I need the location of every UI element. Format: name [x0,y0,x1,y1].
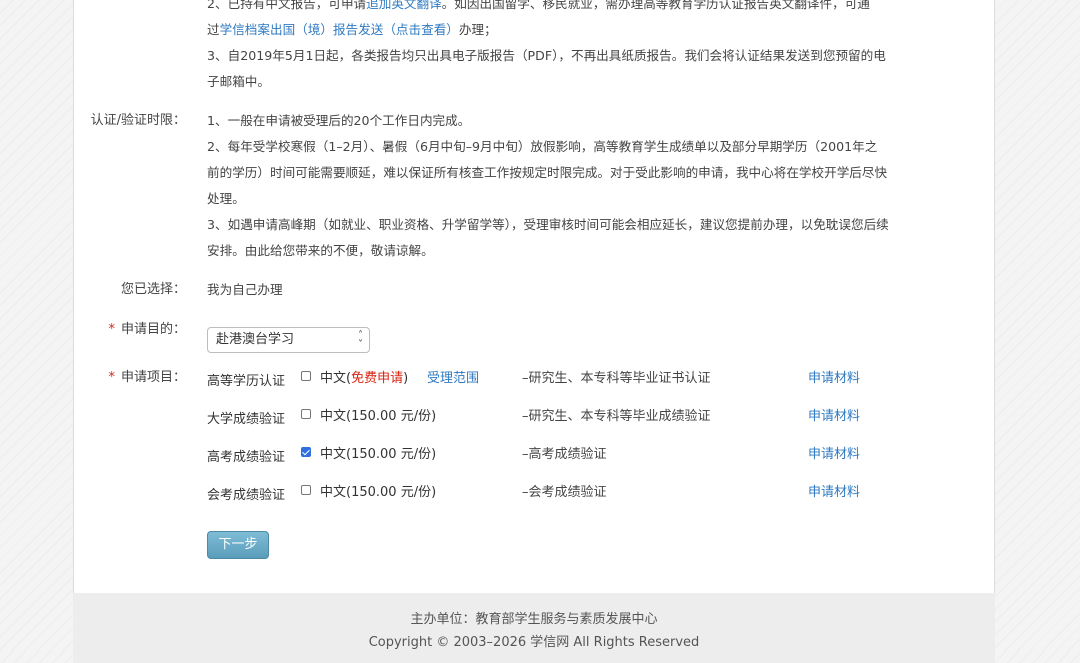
item-price: 中文(免费申请) [320,371,409,386]
item-checkbox[interactable] [301,485,311,495]
item-price: 中文(150.00 元/份) [320,409,437,424]
scope-link[interactable]: 受理范围 [427,367,479,386]
time-limit-p1: 1、一般在申请被受理后的20个工作日内完成。 [207,113,471,128]
item-name: 大学成绩验证 [207,412,286,427]
notes-top: 2、已持有中文报告，可申请追加英文翻译。如因出国留学、移民就业，需办理高等教育学… [207,0,889,95]
item-price: 中文(150.00 元/份) [320,447,437,462]
footer: 主办单位：教育部学生服务与素质发展中心 Copyright © 2003–202… [73,593,995,663]
item-desc: –研究生、本专科等毕业成绩验证 [522,409,711,424]
footer-org: 主办单位：教育部学生服务与素质发展中心 [410,612,658,627]
archive-report-send-link[interactable]: 学信档案出国（境）报告发送（点击查看） [220,22,459,37]
append-english-translation-link[interactable]: 追加英文翻译 [366,0,442,11]
purpose-label: * 申请目的： [108,322,186,337]
choice-value: 我为自己办理 [207,282,283,297]
updown-chevron-icon: ˄ ˅ [358,330,363,350]
item-checkbox[interactable] [301,409,311,419]
item-price: 中文(150.00 元/份) [320,485,437,500]
item-row-3: 高考成绩验证 中文(150.00 元/份) –高考成绩验证 申请材料 [207,443,907,465]
time-limit-p2: 2、每年受学校寒假（1–2月）、暑假（6月中旬–9月中旬）放假影响，高等教育学生… [207,139,888,206]
item-checkbox[interactable] [301,371,311,381]
required-mark: * [108,370,115,385]
required-mark: * [108,322,115,337]
materials-link[interactable]: 申请材料 [808,443,860,462]
choice-label: 您已选择： [120,282,186,297]
materials-link[interactable]: 申请材料 [808,481,860,500]
time-limit-text: 1、一般在申请被受理后的20个工作日内完成。 2、每年受学校寒假（1–2月）、暑… [207,108,889,264]
item-desc: –会考成绩验证 [522,485,607,500]
purpose-select[interactable]: 赴港澳台学习 ˄ ˅ [207,327,370,353]
time-limit-p3: 3、如遇申请高峰期（如就业、职业资格、升学留学等），受理审核时间可能会相应延长，… [207,217,889,258]
item-row-4: 会考成绩验证 中文(150.00 元/份) –会考成绩验证 申请材料 [207,481,907,503]
note-line-1: 2、已持有中文报告，可申请追加英文翻译。如因出国留学、移民就业，需办理高等教育学… [207,0,889,17]
materials-link[interactable]: 申请材料 [808,405,860,424]
item-row-2: 大学成绩验证 中文(150.00 元/份) –研究生、本专科等毕业成绩验证 申请… [207,405,907,427]
materials-link[interactable]: 申请材料 [808,367,860,386]
next-step-button[interactable]: 下一步 [207,531,269,559]
time-limit-label: 认证/验证时限： [90,113,186,128]
note-line-3: 3、自2019年5月1日起，各类报告均只出具电子版报告（PDF），不再出具纸质报… [207,48,886,89]
item-row-1: 高等学历认证 中文(免费申请) 受理范围 –研究生、本专科等毕业证书认证 申请材… [207,367,907,389]
item-name: 高考成绩验证 [207,450,286,465]
items-label: * 申请项目： [108,370,186,385]
item-desc: –研究生、本专科等毕业证书认证 [522,371,711,386]
item-desc: –高考成绩验证 [522,447,607,462]
purpose-select-value: 赴港澳台学习 [216,332,295,347]
item-checkbox-checked[interactable] [301,447,311,457]
footer-copyright: Copyright © 2003–2026 学信网 All Rights Res… [368,635,700,650]
note-line-2: 过学信档案出国（境）报告发送（点击查看）办理； [207,22,497,37]
item-name: 会考成绩验证 [207,488,286,503]
item-name: 高等学历认证 [207,374,286,389]
